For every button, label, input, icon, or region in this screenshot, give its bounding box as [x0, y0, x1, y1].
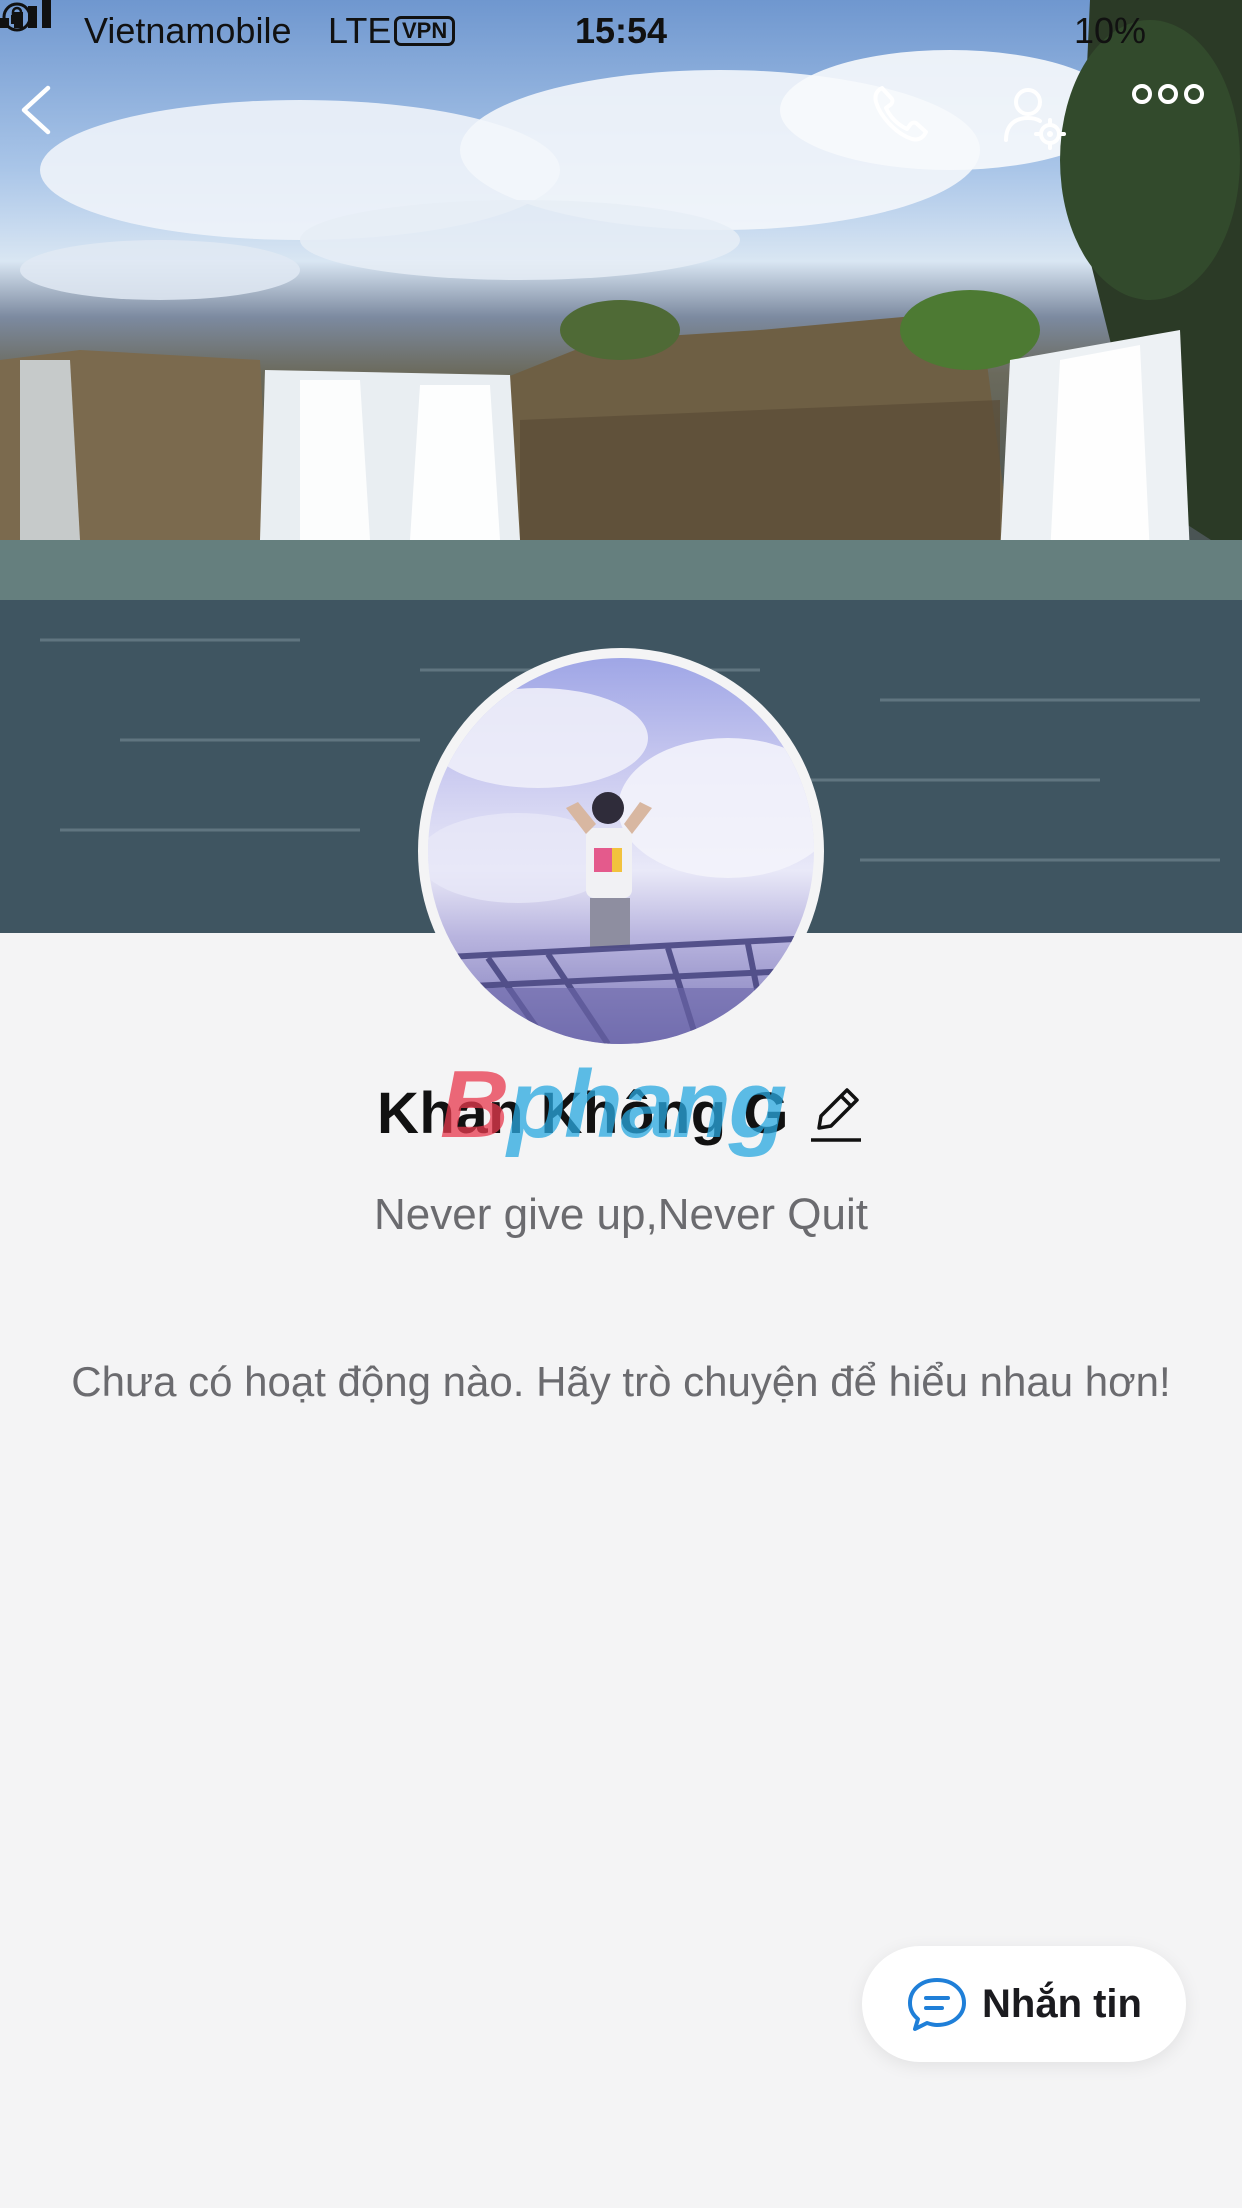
call-button[interactable]	[868, 82, 958, 172]
back-button[interactable]	[16, 82, 106, 172]
more-icon	[1132, 84, 1204, 104]
send-message-label: Nhắn tin	[982, 1981, 1142, 2026]
chat-bubble-icon	[908, 1978, 966, 2031]
battery-level: 10%	[1074, 10, 1147, 51]
chevron-left-icon	[21, 85, 51, 135]
pencil-edit-icon[interactable]	[809, 1082, 865, 1146]
more-options-button[interactable]	[1132, 82, 1222, 172]
empty-activity-message: Chưa có hoạt động nào. Hãy trò chuyện để…	[71, 1358, 1171, 1405]
profile-avatar[interactable]	[418, 648, 824, 1054]
profile-name: Khan Không G	[377, 1081, 789, 1146]
status-bar: Vietnamobile LTE VPN 15:54 10%	[0, 0, 1242, 62]
profile-name-row: Khan Không G	[0, 1080, 1242, 1147]
rotation-lock-icon	[2, 2, 32, 32]
clock: 15:54	[574, 10, 668, 51]
profile-settings-button[interactable]	[1000, 82, 1090, 172]
user-settings-icon	[1004, 88, 1066, 150]
phone-icon	[873, 86, 928, 142]
profile-status-message: Never give up,Never Quit	[374, 1190, 868, 1239]
avatar-photo	[428, 658, 814, 1044]
send-message-button[interactable]: Nhắn tin	[862, 1946, 1186, 2062]
person-photo	[428, 688, 814, 1044]
